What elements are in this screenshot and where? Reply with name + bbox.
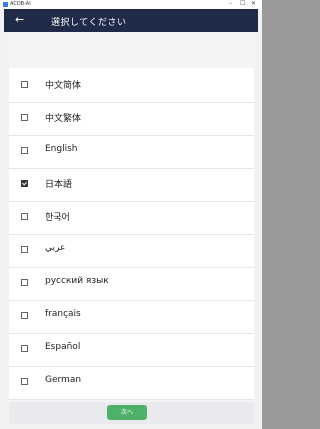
checkbox[interactable] (21, 345, 28, 352)
language-label: 中文繁体 (45, 114, 82, 124)
list-item[interactable]: 한국어 (9, 200, 254, 235)
app-icon (3, 2, 8, 7)
checkbox[interactable] (21, 147, 28, 154)
language-label: German (45, 375, 82, 385)
next-button[interactable]: 次へ (107, 405, 147, 420)
arrow-left-icon[interactable]: ← (15, 13, 24, 26)
language-label: 中文简体 (45, 81, 82, 91)
list-item[interactable]: 中文繁体 (9, 101, 254, 136)
list-item[interactable]: Español (9, 332, 254, 367)
content-area: 中文简体 中文繁体 English 日本語 한국어 عربي русский я… (9, 32, 254, 402)
language-label: русский язык (45, 276, 109, 286)
checkbox[interactable] (21, 81, 28, 88)
checkbox[interactable] (21, 213, 28, 220)
checkbox[interactable] (21, 180, 28, 187)
maximize-button[interactable]: ☐ (240, 0, 245, 7)
list-item[interactable]: русский язык (9, 266, 254, 301)
minimize-button[interactable]: – (229, 0, 232, 7)
checkbox[interactable] (21, 378, 28, 385)
language-label: français (45, 309, 81, 319)
checkbox[interactable] (21, 246, 28, 253)
app-bar: ← 選択してください (4, 9, 258, 32)
checkbox[interactable] (21, 279, 28, 286)
language-label: 日本語 (45, 180, 73, 190)
list-item[interactable]: 中文简体 (9, 68, 254, 103)
checkbox[interactable] (21, 114, 28, 121)
app-window: ACDB-AI – ☐ ✕ ← 選択してください 中文简体 中文繁体 Engli… (0, 0, 262, 429)
list-item[interactable]: English (9, 134, 254, 169)
language-label: عربي (45, 243, 66, 253)
list-item[interactable]: 日本語 (9, 167, 254, 202)
list-item[interactable]: German (9, 365, 254, 400)
language-list: 中文简体 中文繁体 English 日本語 한국어 عربي русский я… (9, 68, 254, 400)
window-titlebar: ACDB-AI – ☐ ✕ (0, 0, 262, 9)
close-button[interactable]: ✕ (251, 0, 256, 7)
checkbox[interactable] (21, 312, 28, 319)
list-item[interactable]: عربي (9, 233, 254, 268)
language-label: English (45, 144, 78, 154)
window-title: ACDB-AI (10, 1, 31, 7)
language-label: Español (45, 342, 81, 352)
page-title: 選択してください (51, 18, 127, 28)
language-label: 한국어 (45, 213, 70, 223)
list-item[interactable]: français (9, 299, 254, 334)
